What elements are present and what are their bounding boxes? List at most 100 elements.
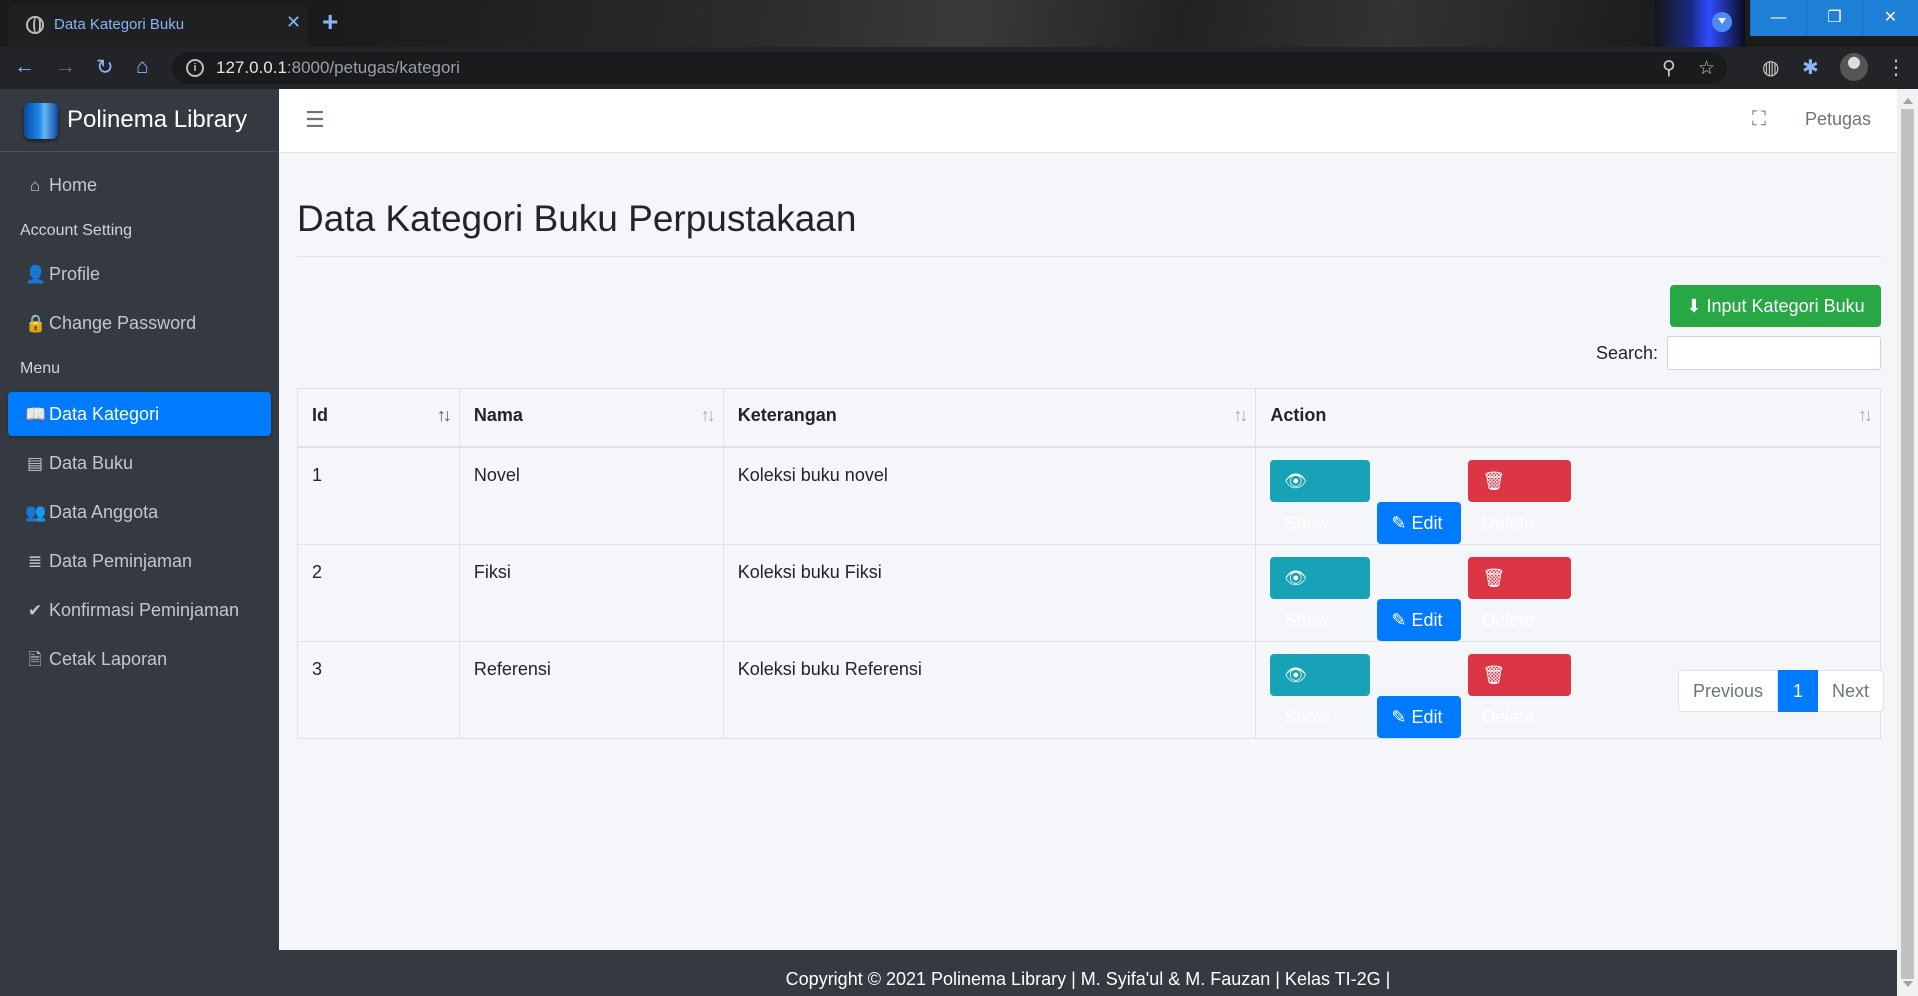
- sidebar-item-label: Data Kategori: [49, 404, 160, 424]
- extensions-icon[interactable]: ✱: [1802, 55, 1819, 80]
- back-icon[interactable]: ←: [14, 55, 35, 79]
- column-header-id[interactable]: Id ↑↓: [297, 388, 460, 448]
- delete-button[interactable]: 🗑 Delete: [1468, 653, 1572, 727]
- show-button[interactable]: 👁 Show: [1270, 653, 1371, 727]
- column-header-keterangan[interactable]: Keterangan ↑↓: [722, 388, 1257, 448]
- reload-icon[interactable]: ↻: [96, 55, 114, 80]
- sidebar-item-label: Data Peminjaman: [49, 551, 193, 571]
- sidebar-item-label: Data Anggota: [49, 502, 159, 522]
- sidebar-item-change-password[interactable]: 🔒 Change Password: [8, 301, 271, 345]
- pagination: Previous 1 Next: [1678, 670, 1885, 712]
- edit-button[interactable]: ✎ Edit: [1377, 695, 1462, 738]
- window-controls: — ❐ ✕: [1750, 0, 1918, 36]
- edit-label: Edit: [1411, 512, 1443, 533]
- sidebar-item-data-kategori[interactable]: 📖 Data Kategori: [8, 392, 271, 436]
- new-tab-icon[interactable]: +: [322, 6, 338, 38]
- table-row: 1 Novel Koleksi buku novel 👁 Show ✎ Edit…: [297, 446, 1881, 545]
- scrollbar-thumb[interactable]: [1901, 109, 1914, 979]
- show-label: Show: [1284, 512, 1330, 533]
- column-header-label: Action: [1270, 405, 1327, 425]
- sidebar-item-label: Profile: [49, 264, 101, 284]
- scroll-up-icon[interactable]: [1903, 93, 1913, 104]
- tab-title: Data Kategori Buku: [54, 16, 185, 33]
- book-logo-icon: [24, 103, 58, 139]
- kategori-table: Id ↑↓ Nama ↑↓ Keterangan ↑↓ Action ↑↓ 1 Nove…: [297, 388, 1881, 739]
- forward-icon[interactable]: →: [55, 55, 76, 79]
- show-button[interactable]: 👁 Show: [1270, 459, 1371, 533]
- delete-button[interactable]: 🗑 Delete: [1468, 459, 1572, 533]
- restore-icon[interactable]: ❐: [1806, 0, 1862, 36]
- sidebar-item-data-anggota[interactable]: 👥 Data Anggota: [8, 490, 271, 534]
- url-field[interactable]: i 127.0.0.1:8000/petugas/kategori ⚲ ☆: [172, 52, 1727, 84]
- window-close-icon[interactable]: ✕: [1862, 0, 1918, 36]
- home-icon[interactable]: ⌂: [136, 55, 149, 79]
- show-button[interactable]: 👁 Show: [1270, 556, 1371, 630]
- browser-tab-active[interactable]: Data Kategori Buku ✕: [8, 4, 308, 47]
- check-circle-icon: ✔: [27, 601, 43, 620]
- translate-icon[interactable]: ◍: [1762, 55, 1779, 80]
- sidebar-item-label: Cetak Laporan: [49, 649, 168, 669]
- pagination-page-current[interactable]: 1: [1778, 670, 1819, 712]
- column-header-label: Id: [312, 405, 328, 425]
- input-kategori-label: Input Kategori Buku: [1706, 296, 1865, 316]
- sidebar-item-home[interactable]: ⌂ Home: [8, 163, 271, 207]
- edit-button[interactable]: ✎ Edit: [1377, 598, 1462, 641]
- main-content: Data Kategori Buku Perpustakaan ⬇ Input …: [279, 153, 1897, 950]
- bookmark-star-icon[interactable]: ☆: [1698, 57, 1715, 80]
- database-icon: ≣: [27, 552, 43, 571]
- sidebar-item-cetak-laporan[interactable]: 🗎 Cetak Laporan: [8, 637, 271, 681]
- sidebar-item-label: Konfirmasi Peminjaman: [49, 600, 240, 620]
- zoom-icon[interactable]: ⚲: [1662, 57, 1676, 80]
- sort-icon: ↑↓: [436, 405, 452, 425]
- brand-link[interactable]: Polinema Library: [0, 89, 279, 152]
- profile-avatar[interactable]: [1840, 53, 1868, 81]
- table-row: 3 Referensi Koleksi buku Referensi 👁 Sho…: [297, 640, 1881, 739]
- input-kategori-button[interactable]: ⬇ Input Kategori Buku: [1670, 285, 1881, 327]
- close-tab-icon[interactable]: ✕: [286, 12, 301, 33]
- cell-nama: Novel: [458, 446, 724, 545]
- sidebar-item-konfirmasi-peminjaman[interactable]: ✔ Konfirmasi Peminjaman: [8, 588, 271, 632]
- footer: Copyright © 2021 Polinema Library | M. S…: [279, 950, 1897, 996]
- pdf-file-icon: 🗎: [28, 650, 42, 669]
- sidebar-item-data-buku[interactable]: ▤ Data Buku: [8, 441, 271, 485]
- cell-keterangan: Koleksi buku Referensi: [722, 640, 1257, 739]
- cell-nama: Fiksi: [458, 543, 724, 642]
- table-row: 2 Fiksi Koleksi buku Fiksi 👁 Show ✎ Edit…: [297, 543, 1881, 642]
- globe-icon: [26, 16, 44, 34]
- sidebar-item-profile[interactable]: 👤 Profile: [8, 252, 271, 296]
- page-scrollbar[interactable]: [1897, 89, 1918, 996]
- browser-address-bar: ← → ↻ ⌂ i 127.0.0.1:8000/petugas/kategor…: [0, 47, 1918, 136]
- browser-tab-strip: Data Kategori Buku ✕ + — ❐ ✕: [0, 0, 1918, 47]
- sort-icon: ↑↓: [1858, 405, 1873, 425]
- delete-button[interactable]: 🗑 Delete: [1468, 556, 1572, 630]
- menu-kebab-icon[interactable]: ⋮: [1886, 55, 1906, 80]
- sidebar-item-data-peminjaman[interactable]: ≣ Data Peminjaman: [8, 539, 271, 583]
- tab-strip-background: [340, 0, 1740, 47]
- url-host: 127.0.0.1: [216, 58, 287, 77]
- sort-icon: ↑↓: [1233, 405, 1248, 425]
- sidebar: Polinema Library ⌂ Home Account Setting 👤…: [0, 89, 279, 996]
- trash-icon: 🗑: [1482, 664, 1506, 685]
- minimize-icon[interactable]: —: [1750, 0, 1806, 36]
- pencil-icon: ✎: [1391, 512, 1407, 533]
- pagination-previous[interactable]: Previous: [1678, 670, 1779, 712]
- sidebar-item-label: Home: [49, 175, 98, 195]
- scroll-down-icon[interactable]: [1903, 981, 1913, 992]
- download-icon[interactable]: [1712, 12, 1732, 32]
- delete-label: Delete: [1482, 512, 1535, 533]
- hamburger-menu-icon[interactable]: ☰: [305, 107, 325, 133]
- pagination-next[interactable]: Next: [1818, 670, 1885, 712]
- info-icon[interactable]: i: [186, 59, 204, 77]
- column-header-nama[interactable]: Nama ↑↓: [458, 388, 724, 448]
- search-input[interactable]: [1667, 336, 1881, 370]
- user-menu[interactable]: Petugas: [1805, 109, 1871, 130]
- user-icon: 👤: [25, 265, 47, 284]
- edit-button[interactable]: ✎ Edit: [1377, 501, 1462, 544]
- cell-keterangan: Koleksi buku novel: [722, 446, 1257, 545]
- column-header-label: Keterangan: [737, 405, 837, 425]
- table-header-row: Id ↑↓ Nama ↑↓ Keterangan ↑↓ Action ↑↓: [297, 388, 1881, 448]
- eye-icon: 👁: [1284, 664, 1308, 685]
- cell-id: 2: [297, 543, 460, 642]
- fullscreen-icon[interactable]: ⛶: [1752, 108, 1766, 131]
- column-header-action[interactable]: Action ↑↓: [1255, 388, 1881, 448]
